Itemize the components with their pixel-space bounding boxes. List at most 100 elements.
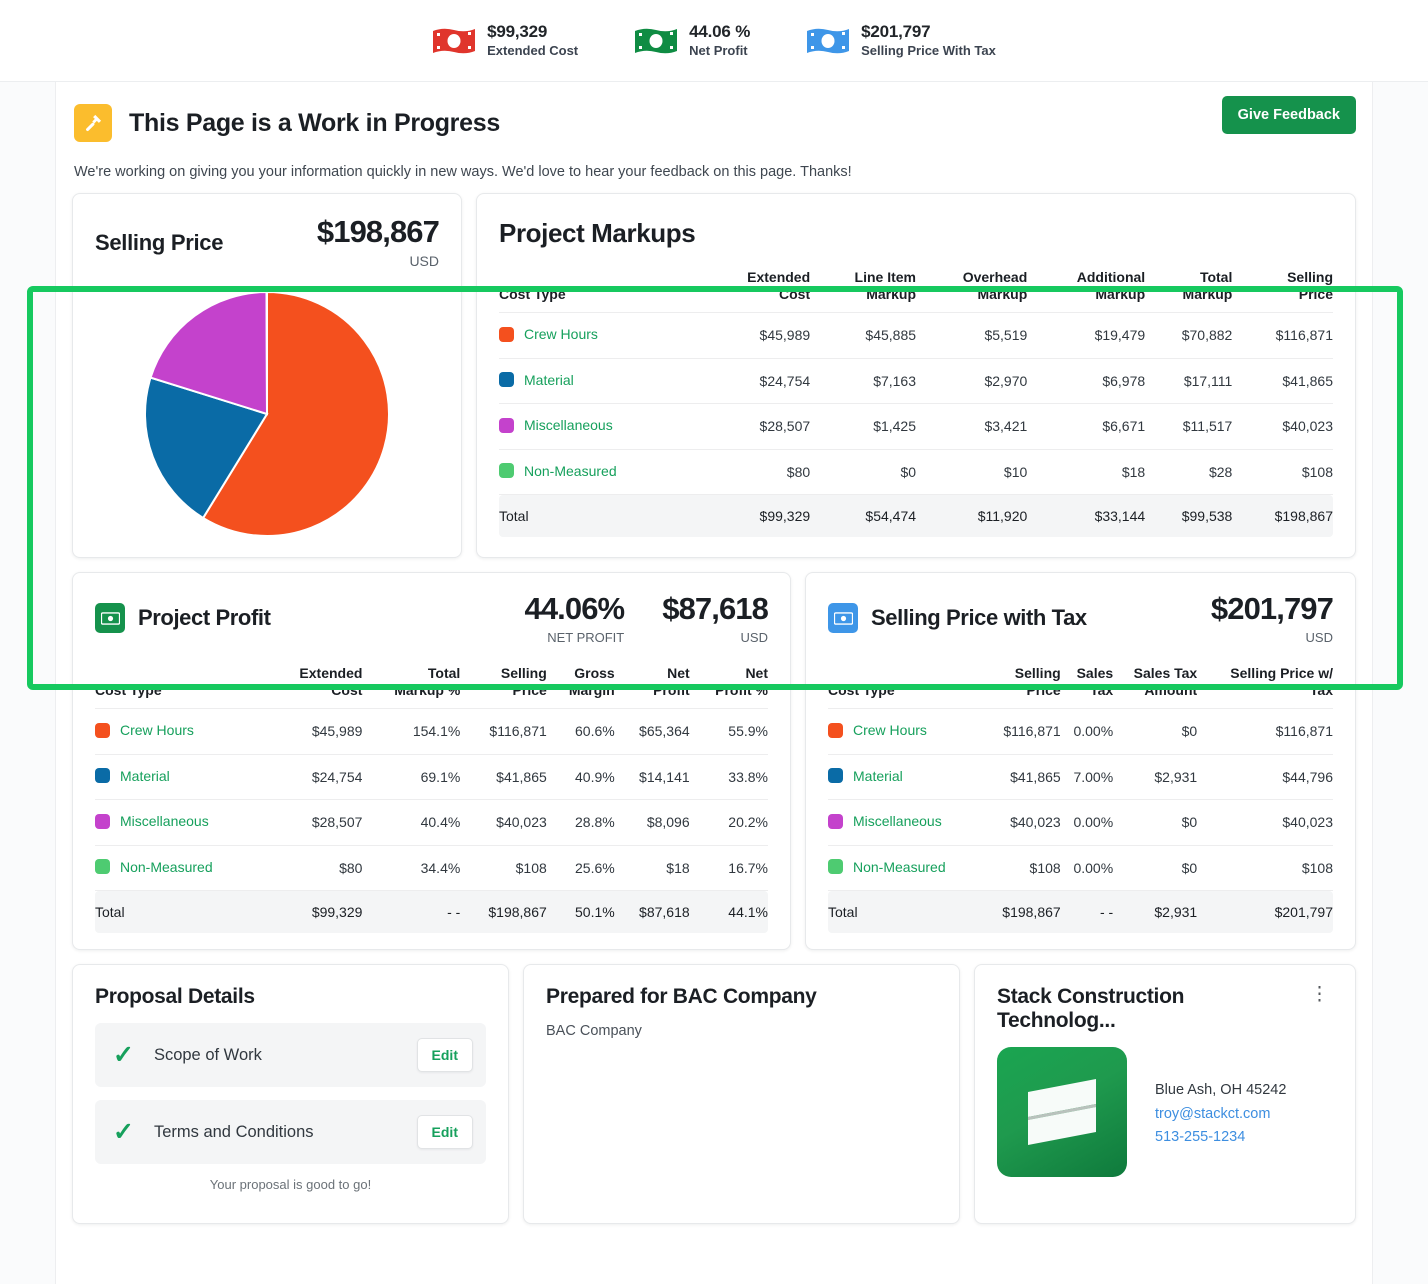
table-cell: $17,111 [1145,357,1233,404]
table-row[interactable]: Miscellaneous $40,023 0.00% $0 $40,023 [828,799,1333,846]
company-card: Stack Construction Technolog... ⋮ Blue A… [974,964,1356,1225]
table-cell: $41,865 [1232,357,1333,404]
page-background: This Page is a Work in Progress We're wo… [0,82,1428,1284]
column-header: Cost Type [95,665,270,710]
column-header: Sales Tax Amount [1113,665,1198,710]
total-cell: $99,329 [269,890,363,934]
table-cell: $0 [1113,799,1198,846]
project-markups-card: Project Markups Cost Type Extended Cost Li… [476,193,1356,558]
column-header: Selling Price [983,665,1061,710]
table-row[interactable]: Crew Hours $116,871 0.00% $0 $116,871 [828,708,1333,755]
work-in-progress-banner: This Page is a Work in Progress We're wo… [56,82,1372,180]
proposal-item[interactable]: ✓ Terms and Conditions Edit [95,1100,486,1165]
table-cell: $0 [1113,708,1198,755]
table-row[interactable]: Miscellaneous $28,507 $1,425 $3,421 $6,671 $1… [499,403,1333,450]
table-cell: $116,871 [1197,708,1333,755]
table-cell: $2,931 [1113,753,1198,800]
overview-row: Selling Price $198,867 USD Project Marku… [72,193,1356,558]
kebab-menu-icon[interactable]: ⋮ [1306,985,1333,1004]
kpi-value: $99,329 [487,21,548,41]
table-cell: $41,865 [460,753,547,800]
project-profit-card: Project Profit 44.06% NET PROFIT $87,618… [72,572,791,951]
give-feedback-button[interactable]: Give Feedback [1221,96,1356,134]
cost-type-cell: Miscellaneous [828,799,984,846]
project-markups-table: Cost Type Extended Cost Line Item Markup Ov… [499,269,1333,538]
total-label: Total [499,494,702,538]
category-color-dot [499,326,514,342]
table-row[interactable]: Material $24,754 69.1% $41,865 40.9% $14,141 3… [95,753,768,800]
selling-price-amount: $198,867 [316,214,440,249]
company-phone-link[interactable]: 513-255-1234 [1155,1126,1286,1149]
table-row[interactable]: Non-Measured $108 0.00% $0 $108 [828,844,1333,891]
table-total-row: Total $198,867- - $2,931 $201,797 [828,890,1333,934]
column-header: Extended Cost [701,269,811,314]
table-cell: $6,671 [1027,403,1146,450]
category-color-dot [828,813,843,829]
total-cell: $2,931 [1113,890,1198,934]
column-header: Additional Markup [1027,269,1146,314]
table-cell: $41,865 [983,753,1061,800]
table-cell: 34.4% [362,844,461,891]
table-cell: 20.2% [689,799,768,846]
table-cell: $18 [1027,448,1146,495]
category-name: Material [120,767,170,784]
table-cell: $24,754 [701,357,811,404]
total-cell: $198,867 [460,890,547,934]
column-header: Net Profit % [689,665,768,710]
table-cell: 0.00% [1060,708,1114,755]
project-profit-title: Project Profit [138,605,271,630]
proposal-item[interactable]: ✓ Scope of Work Edit [95,1023,486,1088]
selling-price-with-tax-title: Selling Price with Tax [871,605,1087,630]
category-name: Crew Hours [524,326,598,343]
category-name: Crew Hours [120,722,194,739]
category-name: Non-Measured [524,462,617,479]
table-cell: $108 [1197,844,1333,891]
table-cell: $40,023 [1197,799,1333,846]
table-cell: $40,023 [983,799,1061,846]
table-cell: $6,978 [1027,357,1146,404]
edit-button[interactable]: Edit [416,1115,473,1150]
table-cell: $18 [614,844,690,891]
money-bill-blue-icon [806,27,850,55]
table-row[interactable]: Non-Measured $80 $0 $10 $18 $28 $108 [499,448,1333,495]
column-header: Sales Tax [1060,665,1114,710]
table-cell: 40.4% [362,799,461,846]
table-cell: $44,796 [1197,753,1333,800]
money-bill-blue-square-icon [828,603,858,633]
table-cell: $80 [269,844,363,891]
category-color-dot [95,859,110,875]
table-row[interactable]: Non-Measured $80 34.4% $108 25.6% $18 16.7% [95,844,768,891]
total-cell: $11,920 [916,494,1028,538]
table-row[interactable]: Material $24,754 $7,163 $2,970 $6,978 $17,111… [499,357,1333,404]
kpi-extended-cost: $99,329 Extended Cost [432,22,578,60]
table-cell: $2,970 [916,357,1028,404]
table-cell: 28.8% [546,799,615,846]
category-name: Miscellaneous [120,813,209,830]
table-row[interactable]: Material $41,865 7.00% $2,931 $44,796 [828,753,1333,800]
column-header: Gross Margin [546,665,615,710]
table-cell: $45,989 [269,708,363,755]
column-header: Selling Price [1232,269,1333,314]
column-header: Overhead Markup [916,269,1028,314]
proposal-details-title: Proposal Details [95,985,255,1009]
total-label: Total [95,890,270,934]
table-row[interactable]: Crew Hours $45,989 154.1% $116,871 60.6% $65,… [95,708,768,755]
selling-price-title: Selling Price [95,230,224,255]
project-profit-table: Cost Type Extended Cost Total Markup % Sell… [95,665,768,934]
table-row[interactable]: Miscellaneous $28,507 40.4% $40,023 28.8% $8,… [95,799,768,846]
category-color-dot [499,372,514,388]
category-color-dot [95,722,110,738]
kpi-summary-bar: $99,329 Extended Cost 44.06 % Net Profit [0,0,1428,82]
table-row[interactable]: Crew Hours $45,989 $45,885 $5,519 $19,479 $70… [499,312,1333,359]
category-color-dot [828,722,843,738]
footer-row: Proposal Details ✓ Scope of Work Edit ✓ Term… [72,964,1356,1225]
kpi-net-profit: 44.06 % Net Profit [634,22,750,60]
kpi-value: 44.06 % [689,21,751,41]
edit-button[interactable]: Edit [416,1038,473,1073]
cost-type-cell: Material [828,753,984,800]
customer-name: BAC Company [546,1023,642,1040]
selling-price-card: Selling Price $198,867 USD [72,193,462,558]
column-header: Selling Price w/ Tax [1197,665,1333,710]
table-cell: $19,479 [1027,312,1146,359]
company-email-link[interactable]: troy@stackct.com [1155,1103,1286,1126]
